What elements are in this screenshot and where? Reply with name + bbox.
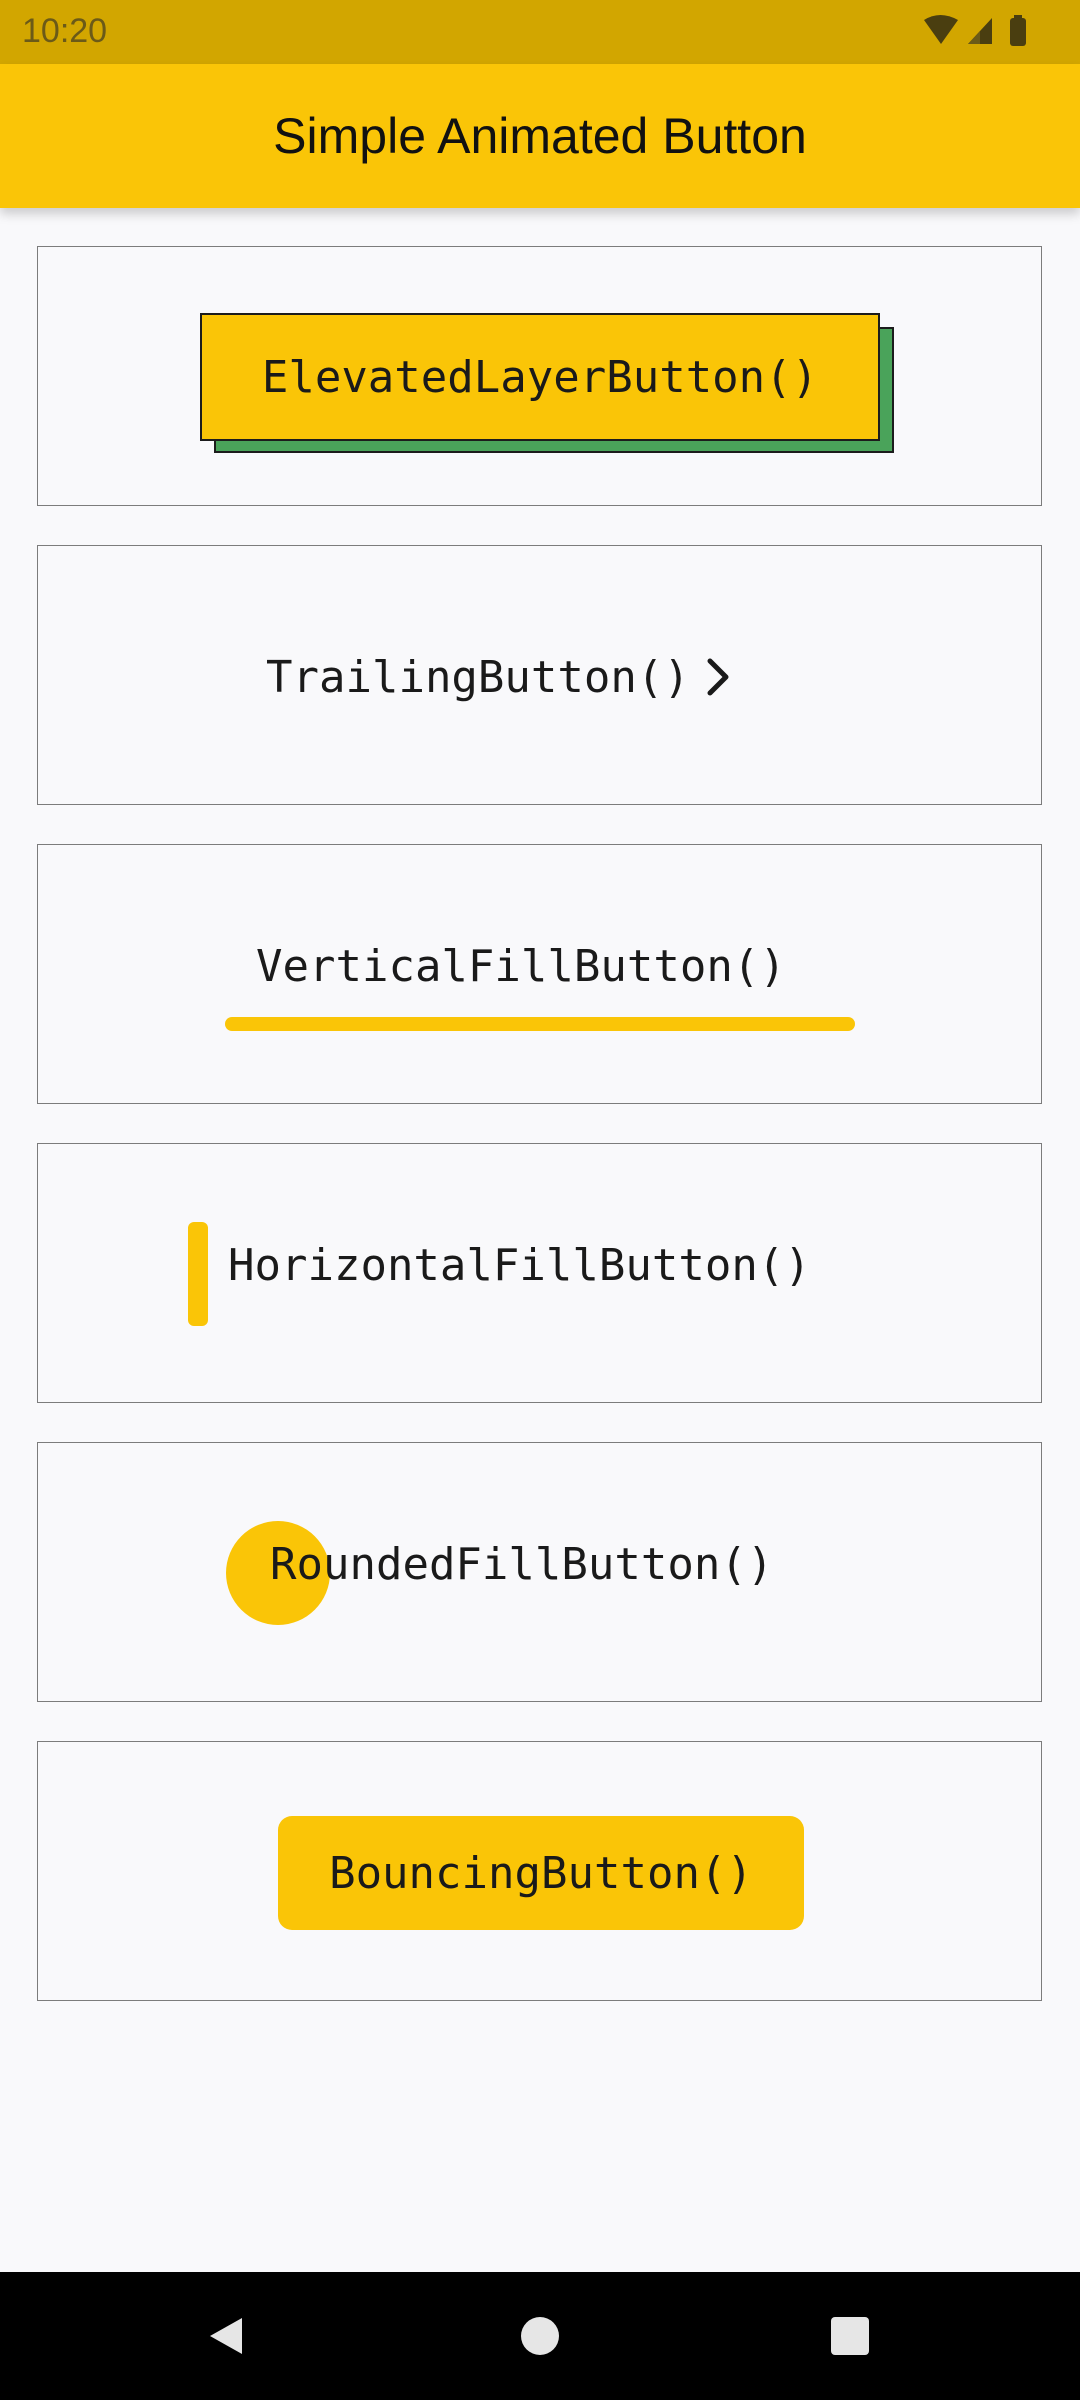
- trailing-button-label: TrailingButton(): [266, 651, 690, 703]
- vertical-fill-indicator: [225, 1017, 855, 1031]
- horizontal-fill-indicator: [188, 1222, 208, 1326]
- chevron-right-icon: [707, 658, 729, 696]
- battery-icon: [1010, 15, 1026, 46]
- back-button[interactable]: [192, 2302, 260, 2370]
- home-button[interactable]: [506, 2302, 574, 2370]
- card-trailing: TrailingButton(): [37, 545, 1042, 805]
- bouncing-button[interactable]: BouncingButton(): [278, 1816, 804, 1930]
- navigation-bar: [0, 2272, 1080, 2400]
- status-icons: [920, 14, 1040, 50]
- signal-icon: [968, 18, 992, 44]
- recents-button[interactable]: [816, 2302, 884, 2370]
- elevated-layer-button-label: ElevatedLayerButton(): [261, 351, 819, 403]
- rounded-fill-button-label: RoundedFillButton(): [270, 1539, 774, 1590]
- status-time: 10:20: [22, 12, 108, 50]
- screen: 10:20 Simple Animated Button ElevatedLay…: [0, 0, 1080, 2400]
- status-bar: 10:20: [0, 0, 1080, 64]
- home-icon: [521, 2317, 559, 2355]
- card-elevated-layer: ElevatedLayerButton(): [37, 246, 1042, 506]
- trailing-button[interactable]: TrailingButton(): [266, 642, 732, 712]
- card-vertical-fill: VerticalFillButton(): [37, 844, 1042, 1104]
- horizontal-fill-button-label: HorizontalFillButton(): [228, 1240, 811, 1291]
- app-bar: Simple Animated Button: [0, 64, 1080, 208]
- card-rounded-fill: RoundedFillButton(): [37, 1442, 1042, 1702]
- card-horizontal-fill: HorizontalFillButton(): [37, 1143, 1042, 1403]
- bouncing-button-label: BouncingButton(): [329, 1847, 753, 1899]
- app-title: Simple Animated Button: [273, 108, 807, 164]
- recents-icon: [831, 2317, 869, 2355]
- elevated-layer-button[interactable]: ElevatedLayerButton(): [200, 313, 880, 441]
- back-icon: [210, 2318, 242, 2354]
- wifi-icon: [924, 15, 958, 44]
- card-bouncing: BouncingButton(): [37, 1741, 1042, 2001]
- vertical-fill-button-label: VerticalFillButton(): [256, 941, 786, 992]
